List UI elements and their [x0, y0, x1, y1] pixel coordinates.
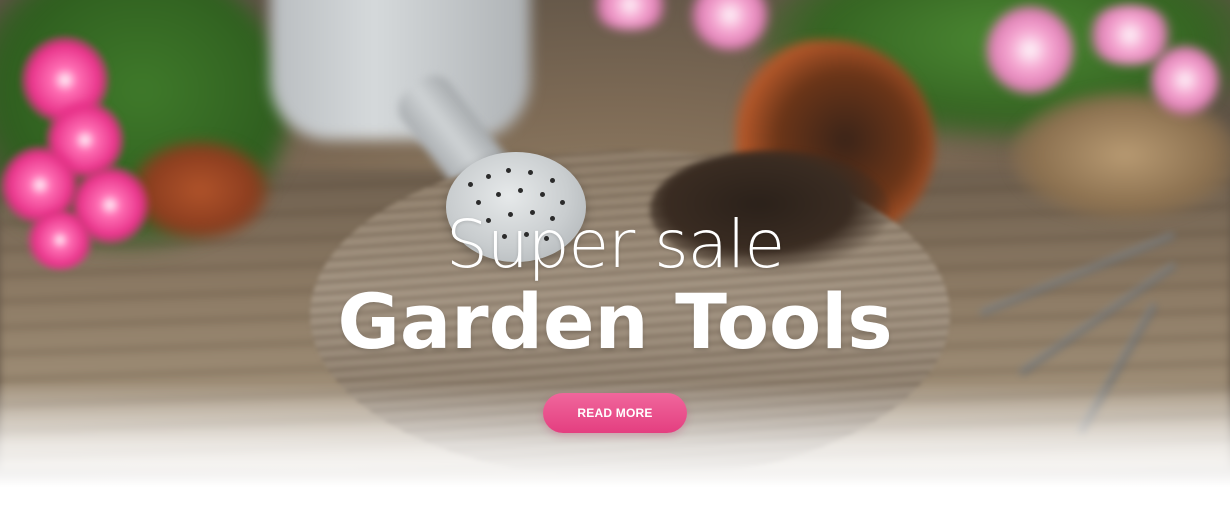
rose-hole: [540, 192, 545, 197]
rose-hole: [550, 178, 555, 183]
read-more-button[interactable]: READ MORE: [543, 393, 687, 433]
headline-super-sale: Super sale: [445, 206, 785, 283]
rose-hole: [476, 200, 481, 205]
rose-hole: [528, 170, 533, 175]
headline-garden-tools: Garden Tools: [337, 277, 893, 366]
rose-hole: [518, 188, 523, 193]
flower-image: [690, 0, 770, 50]
flower-image: [1150, 45, 1220, 115]
flower-image: [985, 5, 1075, 95]
hero-banner: Super sale Garden Tools READ MORE: [0, 0, 1230, 522]
rose-hole: [560, 200, 565, 205]
rose-hole: [468, 182, 473, 187]
rose-hole: [506, 168, 511, 173]
rose-hole: [486, 174, 491, 179]
flower-image: [590, 0, 670, 30]
watering-can-body: [270, 0, 530, 140]
rose-hole: [496, 192, 501, 197]
